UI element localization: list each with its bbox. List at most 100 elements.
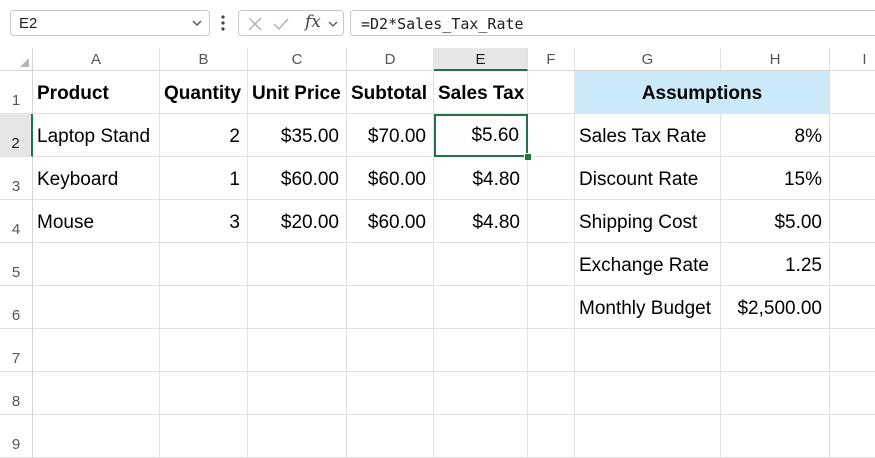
cell-C5[interactable] bbox=[248, 243, 347, 286]
cell-C7[interactable] bbox=[248, 329, 347, 372]
more-options-icon[interactable] bbox=[220, 14, 226, 32]
row-header-9[interactable]: 9 bbox=[0, 415, 33, 458]
cell-B5[interactable] bbox=[160, 243, 248, 286]
fill-handle[interactable] bbox=[524, 153, 532, 161]
cell-H4[interactable]: $5.00 bbox=[721, 200, 830, 243]
cell-C3[interactable]: $60.00 bbox=[248, 157, 347, 200]
cell-I6[interactable] bbox=[830, 286, 875, 329]
cell-I4[interactable] bbox=[830, 200, 875, 243]
cell-D2[interactable]: $70.00 bbox=[347, 114, 434, 157]
cell-H7[interactable] bbox=[721, 329, 830, 372]
row-header-3[interactable]: 3 bbox=[0, 157, 33, 200]
row-header-8[interactable]: 8 bbox=[0, 372, 33, 415]
cell-G4[interactable]: Shipping Cost bbox=[575, 200, 721, 243]
select-all-button[interactable] bbox=[0, 48, 33, 71]
cell-B8[interactable] bbox=[160, 372, 248, 415]
cell-I5[interactable] bbox=[830, 243, 875, 286]
cancel-icon[interactable] bbox=[246, 15, 264, 33]
cell-D9[interactable] bbox=[347, 415, 434, 458]
cell-D6[interactable] bbox=[347, 286, 434, 329]
column-header-C[interactable]: C bbox=[248, 48, 347, 71]
row-header-6[interactable]: 6 bbox=[0, 286, 33, 329]
cell-H6[interactable]: $2,500.00 bbox=[721, 286, 830, 329]
cell-G9[interactable] bbox=[575, 415, 721, 458]
cell-A9[interactable] bbox=[33, 415, 160, 458]
cell-B7[interactable] bbox=[160, 329, 248, 372]
cell-H2[interactable]: 8% bbox=[721, 114, 830, 157]
cell-A4[interactable]: Mouse bbox=[33, 200, 160, 243]
insert-function-icon[interactable]: fx bbox=[305, 12, 321, 32]
column-header-E[interactable]: E bbox=[434, 48, 528, 71]
cell-I1[interactable] bbox=[830, 71, 875, 114]
cell-B1[interactable]: Quantity bbox=[160, 71, 248, 114]
cell-F4[interactable] bbox=[528, 200, 575, 243]
cell-I9[interactable] bbox=[830, 415, 875, 458]
cell-D3[interactable]: $60.00 bbox=[347, 157, 434, 200]
column-header-F[interactable]: F bbox=[528, 48, 575, 71]
cell-F7[interactable] bbox=[528, 329, 575, 372]
column-header-H[interactable]: H bbox=[721, 48, 830, 71]
chevron-down-icon[interactable] bbox=[328, 19, 338, 29]
cell-H8[interactable] bbox=[721, 372, 830, 415]
column-header-I[interactable]: I bbox=[830, 48, 875, 71]
cell-B4[interactable]: 3 bbox=[160, 200, 248, 243]
cell-F3[interactable] bbox=[528, 157, 575, 200]
cell-C4[interactable]: $20.00 bbox=[248, 200, 347, 243]
cell-B3[interactable]: 1 bbox=[160, 157, 248, 200]
row-header-7[interactable]: 7 bbox=[0, 329, 33, 372]
cell-F1[interactable] bbox=[528, 71, 575, 114]
cell-E1[interactable]: Sales Tax bbox=[434, 71, 528, 114]
cell-D8[interactable] bbox=[347, 372, 434, 415]
cell-G2[interactable]: Sales Tax Rate bbox=[575, 114, 721, 157]
cell-C6[interactable] bbox=[248, 286, 347, 329]
cell-G6[interactable]: Monthly Budget bbox=[575, 286, 721, 329]
cell-A8[interactable] bbox=[33, 372, 160, 415]
cell-H3[interactable]: 15% bbox=[721, 157, 830, 200]
cell-B2[interactable]: 2 bbox=[160, 114, 248, 157]
cell-F9[interactable] bbox=[528, 415, 575, 458]
row-header-4[interactable]: 4 bbox=[0, 200, 33, 243]
column-header-B[interactable]: B bbox=[160, 48, 248, 71]
cell-D4[interactable]: $60.00 bbox=[347, 200, 434, 243]
row-header-2[interactable]: 2 bbox=[0, 114, 33, 157]
cell-H9[interactable] bbox=[721, 415, 830, 458]
cell-H5[interactable]: 1.25 bbox=[721, 243, 830, 286]
cell-E9[interactable] bbox=[434, 415, 528, 458]
cell-C8[interactable] bbox=[248, 372, 347, 415]
cell-E6[interactable] bbox=[434, 286, 528, 329]
cell-G1[interactable]: Assumptions bbox=[575, 71, 830, 114]
cell-F5[interactable] bbox=[528, 243, 575, 286]
cell-D7[interactable] bbox=[347, 329, 434, 372]
cell-C2[interactable]: $35.00 bbox=[248, 114, 347, 157]
cell-D5[interactable] bbox=[347, 243, 434, 286]
column-header-G[interactable]: G bbox=[575, 48, 721, 71]
cell-C1[interactable]: Unit Price bbox=[248, 71, 347, 114]
cell-F6[interactable] bbox=[528, 286, 575, 329]
cell-E2[interactable]: $5.60 bbox=[434, 114, 528, 157]
cell-E5[interactable] bbox=[434, 243, 528, 286]
cell-G3[interactable]: Discount Rate bbox=[575, 157, 721, 200]
cell-A3[interactable]: Keyboard bbox=[33, 157, 160, 200]
cell-E4[interactable]: $4.80 bbox=[434, 200, 528, 243]
cell-A1[interactable]: Product bbox=[33, 71, 160, 114]
formula-input[interactable]: =D2*Sales_Tax_Rate bbox=[350, 10, 875, 36]
cell-F2[interactable] bbox=[528, 114, 575, 157]
cell-A5[interactable] bbox=[33, 243, 160, 286]
cell-F8[interactable] bbox=[528, 372, 575, 415]
cell-A7[interactable] bbox=[33, 329, 160, 372]
name-box[interactable]: E2 bbox=[10, 10, 210, 36]
row-header-1[interactable]: 1 bbox=[0, 71, 33, 114]
cell-I3[interactable] bbox=[830, 157, 875, 200]
cell-G7[interactable] bbox=[575, 329, 721, 372]
cell-E7[interactable] bbox=[434, 329, 528, 372]
chevron-down-icon[interactable] bbox=[191, 17, 203, 29]
row-header-5[interactable]: 5 bbox=[0, 243, 33, 286]
cell-C9[interactable] bbox=[248, 415, 347, 458]
cell-I7[interactable] bbox=[830, 329, 875, 372]
cell-I8[interactable] bbox=[830, 372, 875, 415]
cell-G8[interactable] bbox=[575, 372, 721, 415]
cell-B6[interactable] bbox=[160, 286, 248, 329]
cell-E3[interactable]: $4.80 bbox=[434, 157, 528, 200]
enter-checkmark-icon[interactable] bbox=[272, 15, 290, 33]
cell-G5[interactable]: Exchange Rate bbox=[575, 243, 721, 286]
